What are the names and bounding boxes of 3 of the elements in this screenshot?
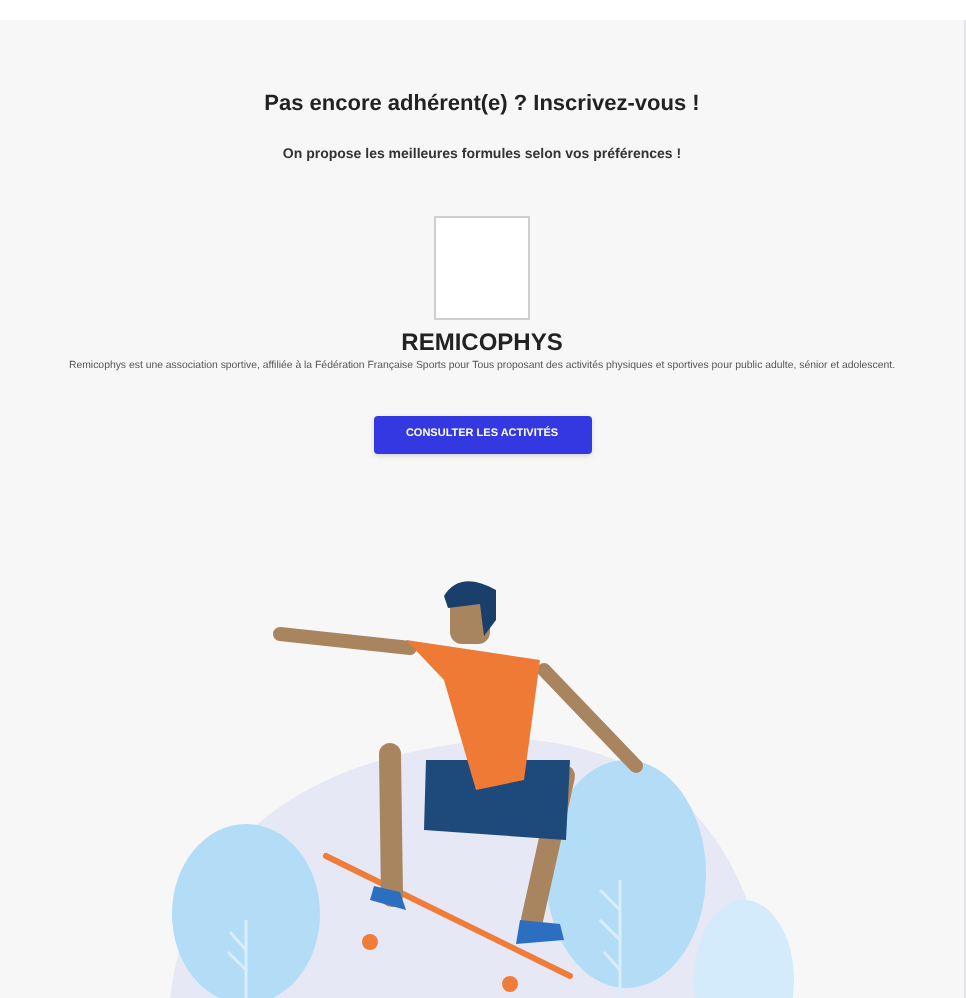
heading: Pas encore adhérent(e) ? Inscrivez-vous ! bbox=[264, 90, 700, 120]
logo-placeholder bbox=[434, 216, 530, 320]
club-name: REMICOPHYS bbox=[401, 328, 563, 356]
